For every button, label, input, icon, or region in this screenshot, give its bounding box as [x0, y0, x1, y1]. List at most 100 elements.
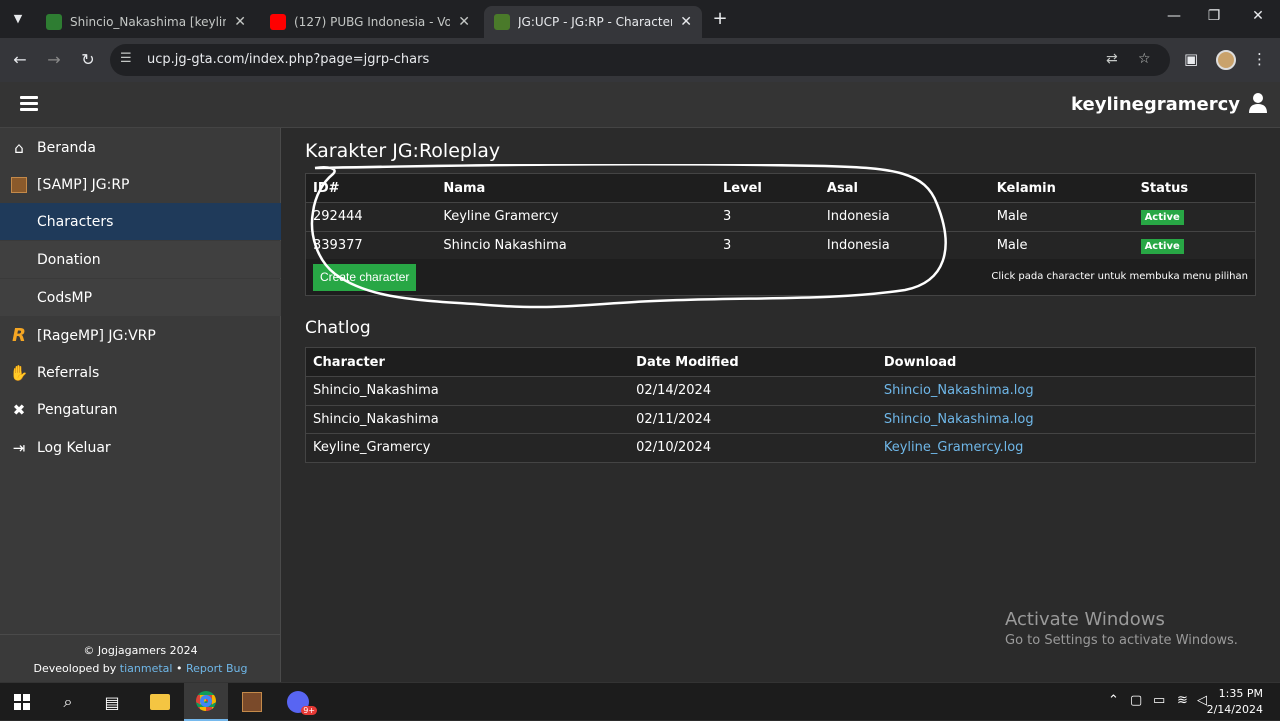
meet-now-icon[interactable]: ▢: [1130, 693, 1142, 708]
clock-date: 2/14/2024: [1206, 703, 1263, 716]
col-character: Character: [305, 347, 630, 377]
restore-icon[interactable]: ❐: [1204, 8, 1224, 24]
cell-character: Shincio_Nakashima: [305, 376, 630, 406]
user-icon[interactable]: [1248, 92, 1268, 114]
col-status: Status: [1133, 173, 1256, 203]
sidebar-item-logout[interactable]: ⇥ Log Keluar: [0, 429, 281, 466]
developer-credit: Deveoloped by tianmetal • Report Bug: [0, 662, 281, 675]
discord-icon[interactable]: 9+: [276, 683, 320, 721]
sidebar-item-label: [RageMP] JG:VRP: [37, 327, 156, 344]
system-clock[interactable]: 1:35 PM 2/14/2024: [1207, 686, 1263, 718]
cell-date: 02/10/2024: [629, 433, 877, 463]
sidebar-footer: © Jogjagamers 2024 Deveoloped by tianmet…: [0, 634, 281, 682]
col-kelamin: Kelamin: [989, 173, 1134, 203]
sidebar-item-pengaturan[interactable]: ✖ Pengaturan: [0, 391, 281, 428]
sidebar-item-label: Referrals: [37, 364, 100, 381]
sidebar-item-label: CodsMP: [37, 289, 93, 306]
samp-icon: [10, 176, 28, 194]
tools-icon: ✖: [12, 400, 26, 419]
sidebar-item-label: Pengaturan: [37, 401, 118, 418]
cell-character: Keyline_Gramercy: [305, 433, 630, 463]
cell-kelamin: Male: [989, 202, 1134, 232]
youtube-icon: [270, 14, 286, 30]
status-badge: Active: [1140, 210, 1184, 226]
tab-title: JG:UCP - JG:RP - Characters: [518, 15, 673, 29]
table-row: Keyline_Gramercy 02/10/2024 Keyline_Gram…: [305, 433, 1256, 463]
table-row: Shincio_Nakashima 02/11/2024 Shincio_Nak…: [305, 405, 1256, 434]
sidebar-item-ragemp[interactable]: R [RageMP] JG:VRP: [0, 317, 281, 354]
sidebar-item-label: Donation: [37, 251, 101, 268]
sidebar-item-referrals[interactable]: ✋ Referrals: [0, 354, 281, 391]
bookmark-star-icon[interactable]: ☆: [1138, 51, 1151, 67]
browser-tab-1[interactable]: Shincio_Nakashima [keylinegramercy] ✕: [36, 6, 256, 38]
sidebar-item-label: Beranda: [37, 139, 96, 156]
side-panel-icon[interactable]: ▣: [1184, 50, 1198, 68]
close-tab-icon[interactable]: ✕: [458, 14, 470, 30]
browser-tab-3-active[interactable]: JG:UCP - JG:RP - Characters ✕: [484, 6, 702, 38]
main-content: Karakter JG:Roleplay ID# Nama Level Asal…: [281, 128, 1280, 682]
developed-prefix: Deveoloped by: [33, 662, 117, 675]
cell-download: Shincio_Nakashima.log: [876, 376, 1256, 406]
forward-icon[interactable]: →: [44, 50, 64, 69]
start-windows-icon[interactable]: [0, 683, 44, 721]
search-icon[interactable]: ⌕: [46, 683, 90, 721]
reload-icon[interactable]: ↻: [78, 50, 98, 69]
translate-icon[interactable]: ⇄: [1106, 51, 1118, 67]
username[interactable]: keylinegramercy: [1071, 94, 1240, 115]
table-header-row: Character Date Modified Download: [305, 347, 1256, 377]
col-download: Download: [876, 347, 1256, 377]
browser-tab-bar: ▼ Shincio_Nakashima [keylinegramercy] ✕ …: [0, 0, 1280, 38]
tab-title: Shincio_Nakashima [keylinegramercy]: [70, 15, 227, 29]
chrome-menu-icon[interactable]: ⋮: [1252, 50, 1267, 68]
tray-overflow-icon[interactable]: ⌃: [1108, 693, 1119, 708]
tab-search-dropdown-icon[interactable]: ▼: [8, 9, 28, 29]
url-text[interactable]: ucp.jg-gta.com/index.php?page=jgrp-chars: [147, 52, 429, 67]
sidebar: ⌂ Beranda [SAMP] JG:RP Characters Donati…: [0, 128, 281, 682]
hamburger-menu-icon[interactable]: [20, 96, 38, 112]
browser-tab-2[interactable]: (127) PUBG Indonesia - Voice to ✕: [260, 6, 480, 38]
close-tab-icon[interactable]: ✕: [680, 14, 692, 30]
sidebar-item-samp[interactable]: [SAMP] JG:RP: [0, 166, 281, 203]
browser-toolbar: ← → ↻ ☰ ucp.jg-gta.com/index.php?page=jg…: [0, 38, 1280, 82]
battery-icon[interactable]: ▭: [1153, 693, 1165, 708]
download-log-link[interactable]: Shincio_Nakashima.log: [884, 383, 1034, 398]
report-bug-link[interactable]: Report Bug: [186, 662, 247, 675]
separator: •: [175, 662, 183, 675]
close-tab-icon[interactable]: ✕: [234, 14, 246, 30]
download-log-link[interactable]: Keyline_Gramercy.log: [884, 440, 1024, 455]
chrome-icon[interactable]: [184, 683, 228, 721]
wifi-icon[interactable]: ≋: [1177, 693, 1188, 708]
cell-download: Keyline_Gramercy.log: [876, 433, 1256, 463]
site-info-icon[interactable]: ☰: [120, 51, 132, 66]
windows-taskbar: ⌕ ▤ 9+ ⌃ ▢ ▭ ≋ ◁ 1:35 PM 2/14/2024: [0, 682, 1280, 721]
sidebar-item-label: Characters: [37, 213, 114, 230]
profile-avatar[interactable]: [1216, 50, 1236, 70]
cell-date: 02/11/2024: [629, 405, 877, 434]
sidebar-item-characters[interactable]: Characters: [0, 203, 281, 240]
sidebar-item-donation[interactable]: Donation: [0, 241, 281, 278]
volume-icon[interactable]: ◁: [1197, 693, 1207, 708]
chatlog-heading: Chatlog: [305, 318, 371, 338]
minimize-icon[interactable]: —: [1164, 8, 1184, 24]
cell-character: Shincio_Nakashima: [305, 405, 630, 434]
watermark-title: Activate Windows: [1005, 609, 1165, 630]
tab-title: (127) PUBG Indonesia - Voice to: [294, 15, 451, 29]
hand-drawn-circle-annotation: [310, 164, 947, 309]
sidebar-item-codsmp[interactable]: CodsMP: [0, 279, 281, 316]
copyright-text: © Jogjagamers 2024: [83, 644, 198, 657]
task-view-icon[interactable]: ▤: [90, 683, 134, 721]
cell-download: Shincio_Nakashima.log: [876, 405, 1256, 434]
back-icon[interactable]: ←: [10, 50, 30, 69]
new-tab-button[interactable]: +: [710, 8, 730, 29]
cell-date: 02/14/2024: [629, 376, 877, 406]
sidebar-item-beranda[interactable]: ⌂ Beranda: [0, 129, 281, 166]
game-app-icon[interactable]: [230, 683, 274, 721]
address-bar[interactable]: ☰ ucp.jg-gta.com/index.php?page=jgrp-cha…: [110, 44, 1170, 76]
close-window-icon[interactable]: ✕: [1248, 8, 1268, 24]
file-explorer-icon[interactable]: [138, 683, 182, 721]
download-log-link[interactable]: Shincio_Nakashima.log: [884, 412, 1034, 427]
table-row: Shincio_Nakashima 02/14/2024 Shincio_Nak…: [305, 376, 1256, 406]
green-jg-icon: [46, 14, 62, 30]
developer-link[interactable]: tianmetal: [120, 662, 173, 675]
cell-status: Active: [1133, 231, 1256, 260]
